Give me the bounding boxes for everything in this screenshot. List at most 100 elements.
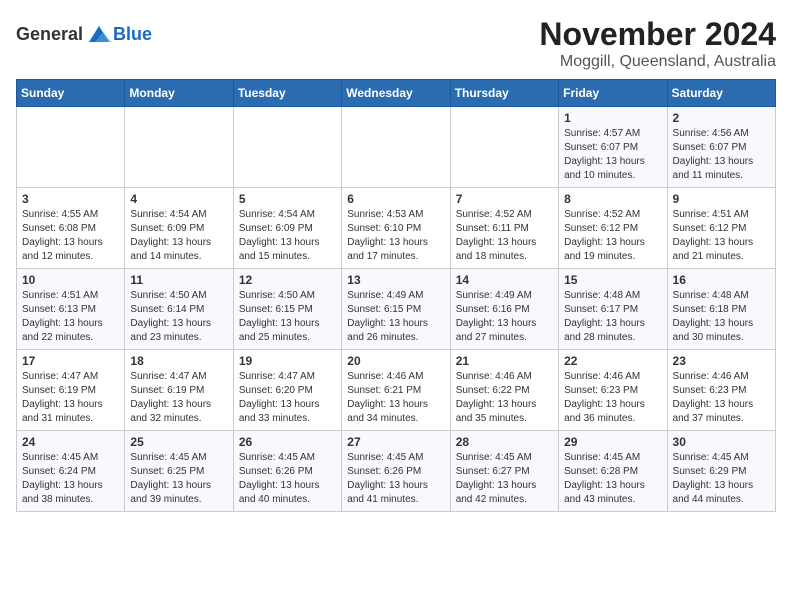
calendar-cell: 28 Sunrise: 4:45 AM Sunset: 6:27 PM Dayli… — [450, 431, 558, 512]
day-number: 21 — [456, 354, 553, 368]
logo-general: General — [16, 24, 83, 45]
day-info: Sunrise: 4:54 AM Sunset: 6:09 PM Dayligh… — [239, 208, 336, 264]
day-number: 17 — [22, 354, 119, 368]
day-number: 18 — [130, 354, 227, 368]
day-info: Sunrise: 4:45 AM Sunset: 6:25 PM Dayligh… — [130, 451, 227, 507]
day-info: Sunrise: 4:53 AM Sunset: 6:10 PM Dayligh… — [347, 208, 444, 264]
day-number: 5 — [239, 192, 336, 206]
day-info: Sunrise: 4:45 AM Sunset: 6:26 PM Dayligh… — [347, 451, 444, 507]
week-row-2: 3Sunrise: 4:55 AM Sunset: 6:08 PM Daylig… — [17, 188, 776, 269]
weekday-header-tuesday: Tuesday — [233, 80, 341, 107]
day-info: Sunrise: 4:56 AM Sunset: 6:07 PM Dayligh… — [673, 127, 770, 183]
calendar-cell: 6Sunrise: 4:53 AM Sunset: 6:10 PM Daylig… — [342, 188, 450, 269]
day-number: 16 — [673, 273, 770, 287]
calendar-cell: 5 Sunrise: 4:54 AM Sunset: 6:09 PM Daylig… — [233, 188, 341, 269]
day-number: 7 — [456, 192, 553, 206]
calendar-cell: 10 Sunrise: 4:51 AM Sunset: 6:13 PM Dayli… — [17, 269, 125, 350]
calendar-cell: 3Sunrise: 4:55 AM Sunset: 6:08 PM Daylig… — [17, 188, 125, 269]
day-info: Sunrise: 4:45 AM Sunset: 6:24 PM Dayligh… — [22, 451, 119, 507]
day-number: 20 — [347, 354, 444, 368]
day-number: 13 — [347, 273, 444, 287]
day-number: 29 — [564, 435, 661, 449]
calendar-cell — [342, 107, 450, 188]
calendar-cell — [125, 107, 233, 188]
calendar-cell: 7 Sunrise: 4:52 AM Sunset: 6:11 PM Daylig… — [450, 188, 558, 269]
calendar-cell — [233, 107, 341, 188]
calendar-cell: 18 Sunrise: 4:47 AM Sunset: 6:19 PM Dayli… — [125, 350, 233, 431]
calendar-cell: 13 Sunrise: 4:49 AM Sunset: 6:15 PM Dayli… — [342, 269, 450, 350]
calendar-cell: 11 Sunrise: 4:50 AM Sunset: 6:14 PM Dayli… — [125, 269, 233, 350]
day-info: Sunrise: 4:51 AM Sunset: 6:12 PM Dayligh… — [673, 208, 770, 264]
calendar-cell: 19 Sunrise: 4:47 AM Sunset: 6:20 PM Dayli… — [233, 350, 341, 431]
day-number: 24 — [22, 435, 119, 449]
day-info: Sunrise: 4:50 AM Sunset: 6:14 PM Dayligh… — [130, 289, 227, 345]
day-info: Sunrise: 4:55 AM Sunset: 6:08 PM Dayligh… — [22, 208, 119, 264]
day-number: 19 — [239, 354, 336, 368]
day-info: Sunrise: 4:46 AM Sunset: 6:22 PM Dayligh… — [456, 370, 553, 426]
day-info: Sunrise: 4:46 AM Sunset: 6:23 PM Dayligh… — [564, 370, 661, 426]
week-row-4: 17 Sunrise: 4:47 AM Sunset: 6:19 PM Dayli… — [17, 350, 776, 431]
day-info: Sunrise: 4:45 AM Sunset: 6:26 PM Dayligh… — [239, 451, 336, 507]
day-number: 27 — [347, 435, 444, 449]
month-year-title: November 2024 — [539, 16, 776, 53]
calendar-cell: 2Sunrise: 4:56 AM Sunset: 6:07 PM Daylig… — [667, 107, 775, 188]
calendar-cell: 22 Sunrise: 4:46 AM Sunset: 6:23 PM Dayli… — [559, 350, 667, 431]
calendar-cell: 12Sunrise: 4:50 AM Sunset: 6:15 PM Dayli… — [233, 269, 341, 350]
calendar-cell: 14 Sunrise: 4:49 AM Sunset: 6:16 PM Dayli… — [450, 269, 558, 350]
weekday-header-monday: Monday — [125, 80, 233, 107]
day-info: Sunrise: 4:47 AM Sunset: 6:19 PM Dayligh… — [22, 370, 119, 426]
day-info: Sunrise: 4:50 AM Sunset: 6:15 PM Dayligh… — [239, 289, 336, 345]
calendar-cell: 27 Sunrise: 4:45 AM Sunset: 6:26 PM Dayli… — [342, 431, 450, 512]
calendar-cell: 16 Sunrise: 4:48 AM Sunset: 6:18 PM Dayli… — [667, 269, 775, 350]
calendar-cell: 20 Sunrise: 4:46 AM Sunset: 6:21 PM Dayli… — [342, 350, 450, 431]
calendar-cell: 25 Sunrise: 4:45 AM Sunset: 6:25 PM Dayli… — [125, 431, 233, 512]
calendar-cell: 29 Sunrise: 4:45 AM Sunset: 6:28 PM Dayli… — [559, 431, 667, 512]
weekday-header-wednesday: Wednesday — [342, 80, 450, 107]
calendar-cell — [17, 107, 125, 188]
day-number: 28 — [456, 435, 553, 449]
calendar-cell: 1Sunrise: 4:57 AM Sunset: 6:07 PM Daylig… — [559, 107, 667, 188]
week-row-1: 1Sunrise: 4:57 AM Sunset: 6:07 PM Daylig… — [17, 107, 776, 188]
day-number: 9 — [673, 192, 770, 206]
calendar-cell: 17 Sunrise: 4:47 AM Sunset: 6:19 PM Dayli… — [17, 350, 125, 431]
calendar-table: SundayMondayTuesdayWednesdayThursdayFrid… — [16, 79, 776, 512]
location-subtitle: Moggill, Queensland, Australia — [539, 53, 776, 71]
day-info: Sunrise: 4:45 AM Sunset: 6:29 PM Dayligh… — [673, 451, 770, 507]
day-number: 15 — [564, 273, 661, 287]
calendar-cell: 4 Sunrise: 4:54 AM Sunset: 6:09 PM Daylig… — [125, 188, 233, 269]
day-info: Sunrise: 4:48 AM Sunset: 6:17 PM Dayligh… — [564, 289, 661, 345]
day-number: 11 — [130, 273, 227, 287]
weekday-header-thursday: Thursday — [450, 80, 558, 107]
day-info: Sunrise: 4:47 AM Sunset: 6:19 PM Dayligh… — [130, 370, 227, 426]
day-number: 4 — [130, 192, 227, 206]
day-number: 22 — [564, 354, 661, 368]
day-info: Sunrise: 4:52 AM Sunset: 6:12 PM Dayligh… — [564, 208, 661, 264]
day-info: Sunrise: 4:48 AM Sunset: 6:18 PM Dayligh… — [673, 289, 770, 345]
day-info: Sunrise: 4:52 AM Sunset: 6:11 PM Dayligh… — [456, 208, 553, 264]
calendar-cell: 24 Sunrise: 4:45 AM Sunset: 6:24 PM Dayli… — [17, 431, 125, 512]
day-number: 30 — [673, 435, 770, 449]
calendar-cell: 9 Sunrise: 4:51 AM Sunset: 6:12 PM Daylig… — [667, 188, 775, 269]
day-number: 8 — [564, 192, 661, 206]
day-info: Sunrise: 4:49 AM Sunset: 6:16 PM Dayligh… — [456, 289, 553, 345]
day-number: 14 — [456, 273, 553, 287]
day-info: Sunrise: 4:47 AM Sunset: 6:20 PM Dayligh… — [239, 370, 336, 426]
day-info: Sunrise: 4:46 AM Sunset: 6:21 PM Dayligh… — [347, 370, 444, 426]
logo-icon — [85, 20, 113, 48]
week-row-3: 10 Sunrise: 4:51 AM Sunset: 6:13 PM Dayli… — [17, 269, 776, 350]
day-info: Sunrise: 4:45 AM Sunset: 6:27 PM Dayligh… — [456, 451, 553, 507]
calendar-cell: 26Sunrise: 4:45 AM Sunset: 6:26 PM Dayli… — [233, 431, 341, 512]
day-number: 1 — [564, 111, 661, 125]
day-info: Sunrise: 4:51 AM Sunset: 6:13 PM Dayligh… — [22, 289, 119, 345]
day-info: Sunrise: 4:45 AM Sunset: 6:28 PM Dayligh… — [564, 451, 661, 507]
week-row-5: 24 Sunrise: 4:45 AM Sunset: 6:24 PM Dayli… — [17, 431, 776, 512]
logo: General Blue — [16, 20, 152, 48]
day-info: Sunrise: 4:54 AM Sunset: 6:09 PM Dayligh… — [130, 208, 227, 264]
weekday-header-sunday: Sunday — [17, 80, 125, 107]
day-info: Sunrise: 4:46 AM Sunset: 6:23 PM Dayligh… — [673, 370, 770, 426]
day-number: 25 — [130, 435, 227, 449]
weekday-header-saturday: Saturday — [667, 80, 775, 107]
title-area: November 2024 Moggill, Queensland, Austr… — [539, 16, 776, 71]
day-info: Sunrise: 4:49 AM Sunset: 6:15 PM Dayligh… — [347, 289, 444, 345]
day-number: 10 — [22, 273, 119, 287]
